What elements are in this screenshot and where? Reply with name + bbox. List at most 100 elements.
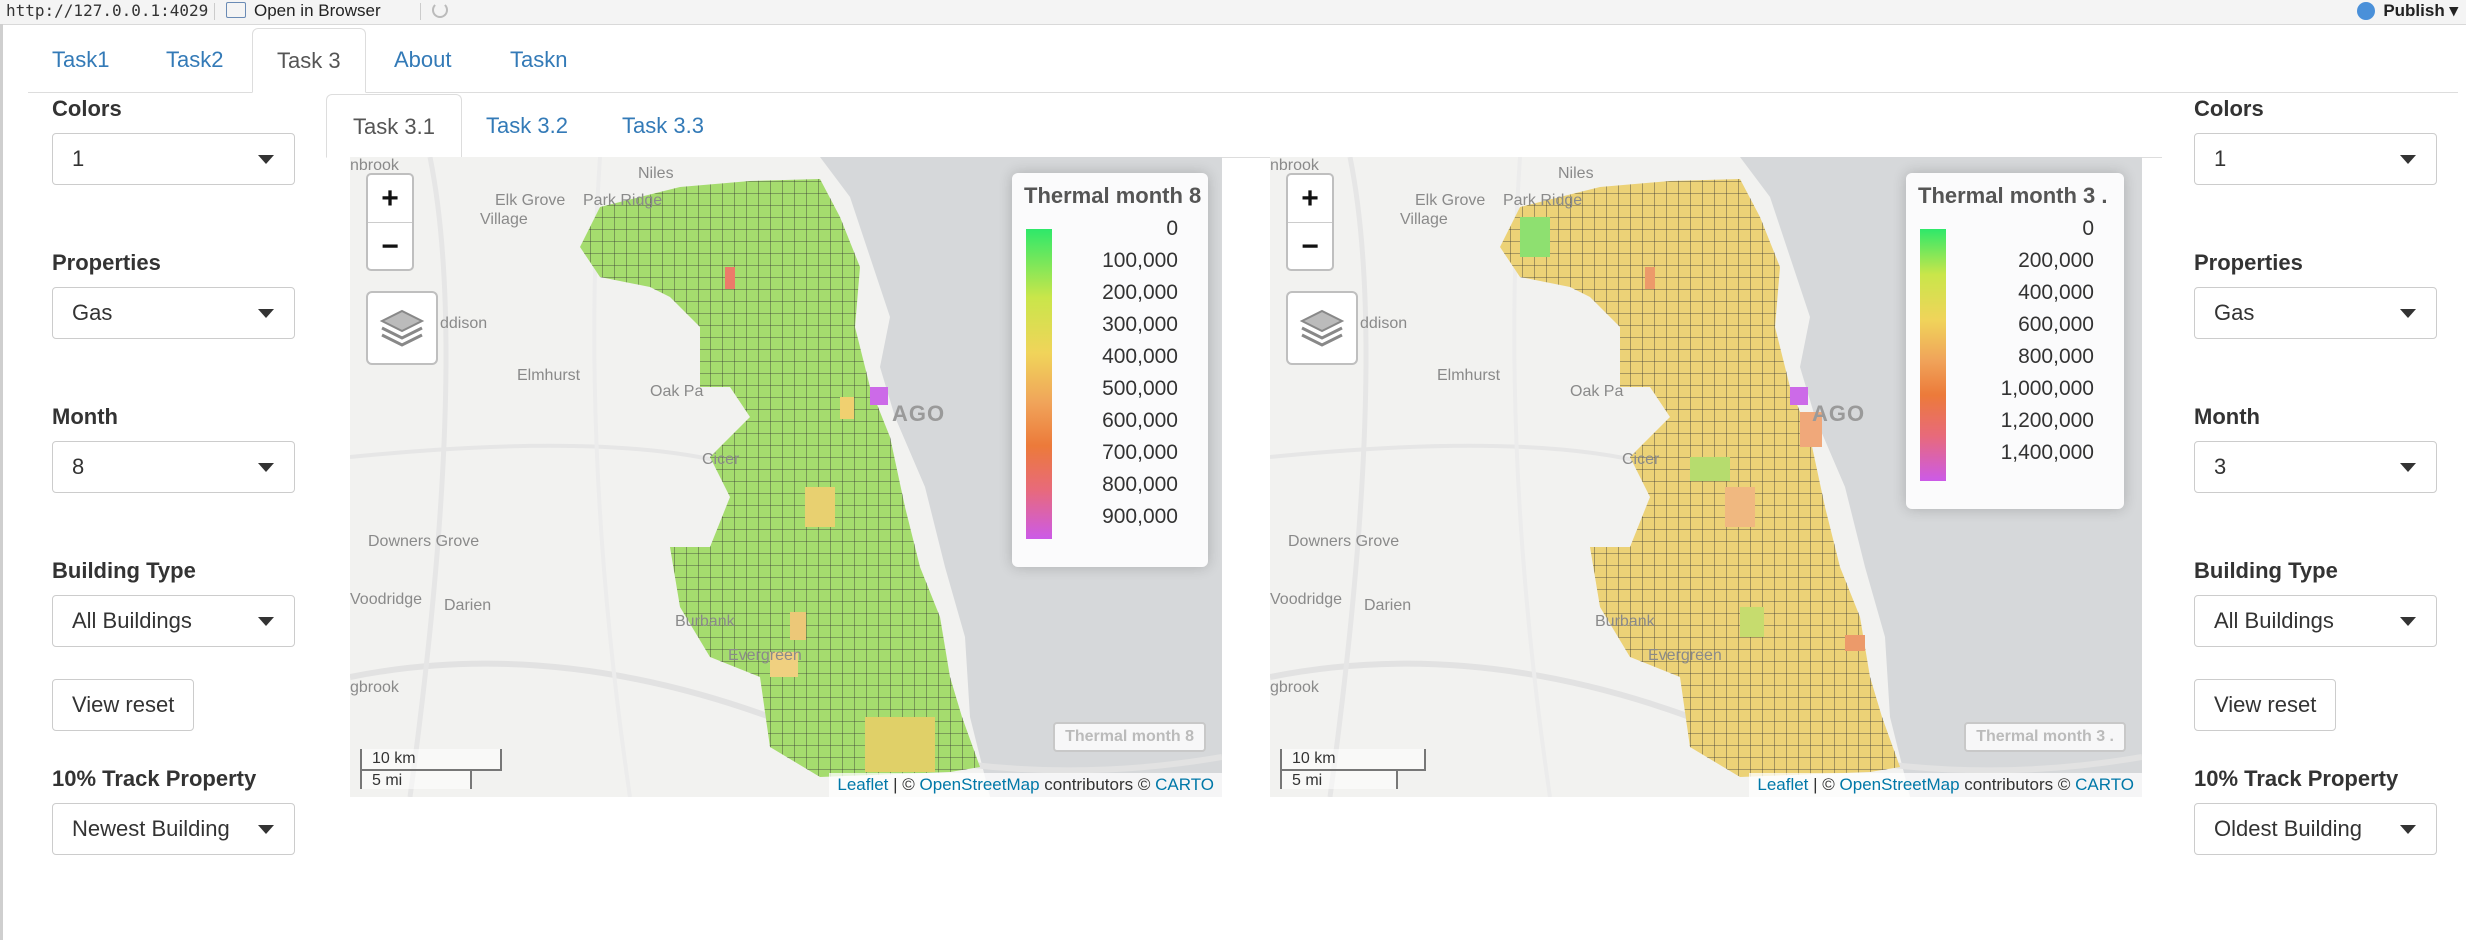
month-value: 3: [2214, 454, 2227, 479]
caret-down-icon: [258, 825, 274, 834]
legend-tick: 0: [1166, 217, 1178, 240]
building-type-select[interactable]: All Buildings: [52, 595, 295, 647]
carto-link[interactable]: CARTO: [1155, 775, 1214, 794]
building-type-value: All Buildings: [2214, 608, 2334, 633]
legend-tick: 1,400,000: [2000, 441, 2094, 464]
carto-link[interactable]: CARTO: [2075, 775, 2134, 794]
legend-tick: 1,200,000: [2000, 409, 2094, 432]
leaflet-link[interactable]: Leaflet: [1757, 775, 1808, 794]
scale-bar: 10 km 5 mi: [360, 749, 502, 789]
zoom-in-button[interactable]: +: [1288, 175, 1332, 222]
place-label: Darien: [1364, 597, 1412, 614]
month-select[interactable]: 8: [52, 441, 295, 493]
tab-task-3-3[interactable]: Task 3.3: [596, 94, 730, 157]
place-label: Village: [480, 211, 528, 228]
caret-down-icon: [2400, 617, 2416, 626]
legend-tick: 800,000: [1102, 473, 1178, 496]
refresh-icon[interactable]: [432, 2, 448, 18]
place-label: AGO: [1812, 401, 1866, 426]
legend-tick: 400,000: [2018, 281, 2094, 304]
osm-link[interactable]: OpenStreetMap: [920, 775, 1040, 794]
legend-tick: 900,000: [1102, 505, 1178, 528]
attribution-contrib: contributors ©: [1044, 775, 1151, 794]
publish-label: Publish: [2383, 1, 2445, 20]
place-label: Oak Pa: [1570, 383, 1624, 400]
tract: [840, 397, 854, 419]
month-select[interactable]: 3: [2194, 441, 2437, 493]
properties-select[interactable]: Gas: [2194, 287, 2437, 339]
track-property-select[interactable]: Oldest Building: [2194, 803, 2437, 855]
attribution-sep: | ©: [893, 775, 915, 794]
place-label: Oak Pa: [650, 383, 704, 400]
place-label: ddison: [440, 315, 488, 332]
view-reset-button[interactable]: View reset: [2194, 679, 2337, 731]
month-label: Month: [2194, 404, 2260, 429]
tract: [1740, 607, 1764, 637]
publish-button[interactable]: Publish ▾: [2357, 0, 2458, 22]
track-property-value: Newest Building: [72, 816, 230, 841]
scale-mi: 5 mi: [1280, 769, 1398, 789]
legend-ticks: 0 200,000 400,000 600,000 800,000 1,000,…: [2001, 213, 2094, 469]
layers-button[interactable]: [1286, 291, 1358, 365]
place-label: Cicer: [702, 451, 740, 468]
scale-km: 10 km: [360, 749, 502, 771]
zoom-out-button[interactable]: −: [1288, 222, 1332, 270]
caret-down-icon: [2400, 463, 2416, 472]
toolbar-divider: [420, 3, 421, 20]
track-property-select[interactable]: Newest Building: [52, 803, 295, 855]
open-in-browser-button[interactable]: Open in Browser: [226, 0, 381, 22]
colors-label: Colors: [2194, 96, 2264, 121]
place-label: gbrook: [1270, 679, 1319, 696]
colors-select[interactable]: 1: [2194, 133, 2437, 185]
legend-tick: 700,000: [1102, 441, 1178, 464]
building-type-select[interactable]: All Buildings: [2194, 595, 2437, 647]
caret-down-icon: [258, 309, 274, 318]
url-text[interactable]: http://127.0.0.1:4029: [6, 0, 208, 22]
attribution-contrib: contributors ©: [1964, 775, 2071, 794]
place-label: Village: [1400, 211, 1448, 228]
place-label: Voodridge: [1270, 591, 1343, 608]
place-label: Downers Grove: [1288, 533, 1400, 550]
place-label: Evergreen: [728, 647, 802, 664]
properties-label: Properties: [2194, 250, 2303, 275]
osm-link[interactable]: OpenStreetMap: [1840, 775, 1960, 794]
view-reset-button[interactable]: View reset: [52, 679, 195, 731]
tract: [805, 487, 835, 527]
map-left[interactable]: Niles Elk Grove Village Park Ridge ddiso…: [350, 157, 1222, 797]
place-label: Burbank: [675, 613, 735, 630]
zoom-control: + −: [1286, 173, 1334, 271]
legend-tick: 600,000: [1102, 409, 1178, 432]
tab-task-3-2[interactable]: Task 3.2: [460, 94, 594, 157]
publish-icon: [2357, 2, 2376, 20]
legend-title: Thermal month 8: [1024, 183, 1202, 208]
tract: [865, 717, 935, 772]
place-label: Park Ridge: [583, 192, 663, 209]
legend-tick: 600,000: [2018, 313, 2094, 336]
caret-down-icon: [258, 463, 274, 472]
tab-task2[interactable]: Task2: [142, 28, 247, 92]
tab-taskn[interactable]: Taskn: [486, 28, 591, 92]
map-attribution: Leaflet | © OpenStreetMap contributors ©…: [1749, 773, 2142, 797]
layers-icon: [1299, 309, 1345, 347]
building-type-label: Building Type: [2194, 558, 2338, 583]
open-in-browser-label: Open in Browser: [254, 1, 381, 20]
caret-down-icon: [2400, 309, 2416, 318]
month-value: 8: [72, 454, 85, 479]
zoom-in-button[interactable]: +: [368, 175, 412, 222]
legend-gradient: [1920, 229, 1946, 481]
map-right[interactable]: Niles Elk Grove Village Park Ridge ddiso…: [1270, 157, 2142, 797]
zoom-out-button[interactable]: −: [368, 222, 412, 270]
legend-tick: 100,000: [1102, 249, 1178, 272]
leaflet-link[interactable]: Leaflet: [837, 775, 888, 794]
caret-down-icon: [2400, 155, 2416, 164]
properties-select[interactable]: Gas: [52, 287, 295, 339]
tab-task-3-1[interactable]: Task 3.1: [326, 94, 462, 158]
track-property-value: Oldest Building: [2214, 816, 2362, 841]
layers-button[interactable]: [366, 291, 438, 365]
tab-task1[interactable]: Task1: [28, 28, 133, 92]
colors-select[interactable]: 1: [52, 133, 295, 185]
tab-task3[interactable]: Task 3: [252, 28, 366, 93]
hot-tract: [725, 267, 735, 289]
tab-about[interactable]: About: [370, 28, 476, 92]
map-layer-label: Thermal month 3 .: [1964, 722, 2126, 752]
